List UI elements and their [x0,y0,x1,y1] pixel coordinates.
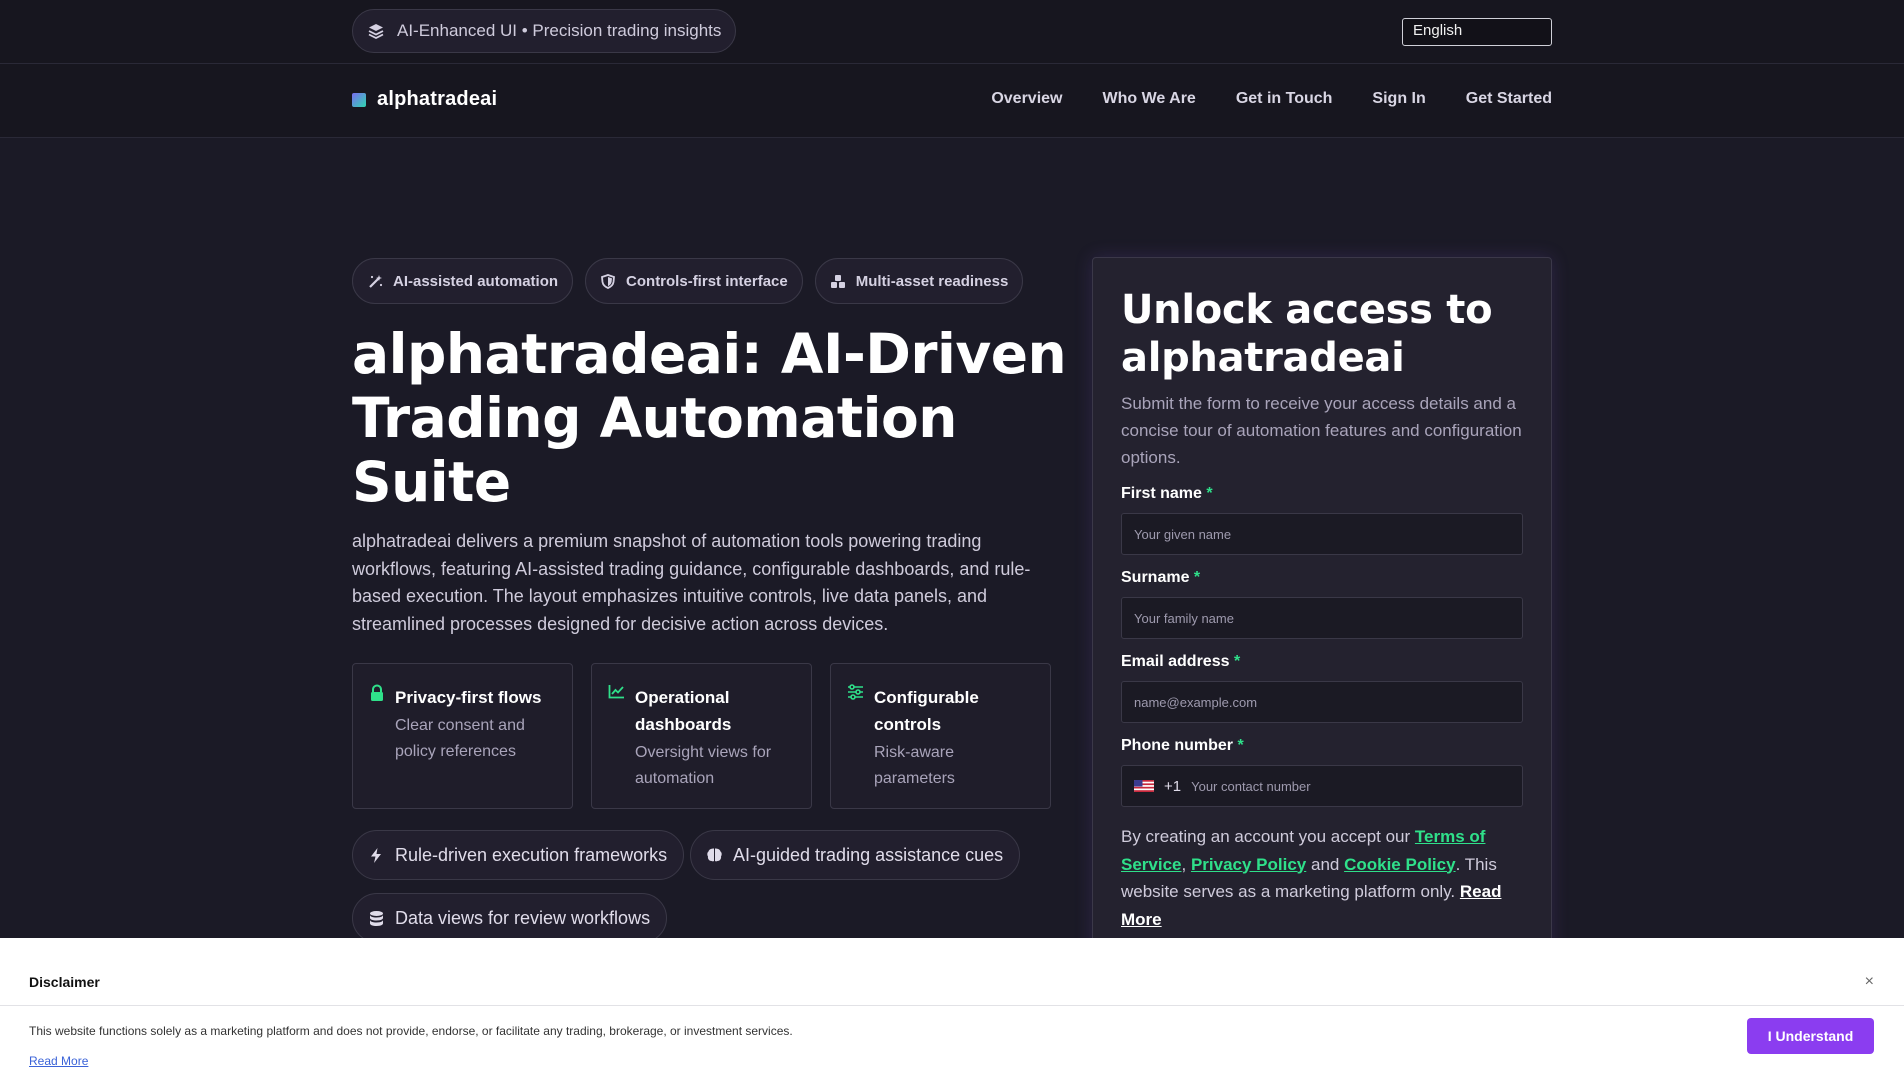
first-name-label: First name * [1121,485,1213,502]
close-icon[interactable]: × [1865,973,1874,991]
form-subtitle: Submit the form to receive your access d… [1121,394,1522,467]
sliders-icon [847,684,864,808]
nav-link-sign-in[interactable]: Sign In [1372,90,1425,108]
chart-line-icon [608,684,625,808]
nav-link-who-we-are[interactable]: Who We Are [1102,90,1195,108]
disclaimer-text: This website functions solely as a marke… [29,1024,793,1038]
layers-icon [365,20,387,42]
bolt-icon [367,846,385,864]
shield-icon [600,273,616,289]
terms-text: By creating an account you accept our Te… [1121,827,1502,929]
brain-icon [705,846,723,864]
tag-multi-asset: Multi-asset readiness [814,258,1024,304]
brand-name: alphatradeai [377,88,498,110]
first-name-field: First name * Your given name [1121,485,1523,555]
feature-cards: Privacy-first flows Clear consent and po… [352,663,1069,809]
phone-input[interactable]: +1 Your contact number [1121,765,1523,807]
card-desc: Risk-aware parameters [874,744,955,787]
disclaimer-title: Disclaimer [0,938,1904,1006]
hero-description: alphatradeai delivers a premium snapshot… [352,531,1031,634]
cubes-icon [830,273,846,289]
nav-links: Overview Who We Are Get in Touch Sign In… [951,90,1552,108]
signup-form: Unlock access to alphatradeai Submit the… [1092,257,1552,957]
chip-rule-driven: Rule-driven execution frameworks [352,830,685,880]
tag-controls-first: Controls-first interface [585,258,803,304]
chip-label: AI-guided trading assistance cues [733,844,1004,865]
surname-label: Surname * [1121,569,1201,586]
card-title: Privacy-first flows [395,688,542,707]
email-label: Email address * [1121,653,1241,670]
hero-title: alphatradeai: AI-Driven Trading Automati… [352,322,1067,514]
disclaimer-banner: Disclaimer × This website functions sole… [0,938,1904,1078]
card-title: Operational dashboards [635,688,732,734]
email-field: Email address * name@example.com [1121,653,1523,723]
first-name-input[interactable]: Your given name [1121,513,1523,555]
nav-link-get-started[interactable]: Get Started [1466,90,1552,108]
chip-data-views: Data views for review workflows [352,893,668,943]
feature-tags: AI-assisted automation Controls-first in… [352,258,1035,304]
brand-logo[interactable]: alphatradeai [352,88,497,111]
feature-card-controls: Configurable controls Risk-aware paramet… [830,663,1051,809]
tag-label: AI-assisted automation [393,272,559,290]
i-understand-button[interactable]: I Understand [1747,1018,1874,1054]
logo-mark-icon [352,92,366,107]
language-select[interactable]: English [1402,18,1552,46]
disclaimer-read-more-link[interactable]: Read More [29,1054,88,1068]
chip-label: Data views for review workflows [395,907,651,928]
phone-placeholder: Your contact number [1191,778,1311,794]
chip-ai-guided: AI-guided trading assistance cues [690,830,1021,880]
tag-label: Multi-asset readiness [855,272,1009,290]
privacy-policy-link[interactable]: Privacy Policy [1191,855,1306,874]
surname-input[interactable]: Your family name [1121,597,1523,639]
nav-link-overview[interactable]: Overview [991,90,1062,108]
card-desc: Clear consent and policy references [395,717,525,760]
tag-label: Controls-first interface [626,272,788,290]
announcement-text: AI-Enhanced UI • Precision trading insig… [397,21,722,40]
feature-card-dashboards: Operational dashboards Oversight views f… [591,663,812,809]
cookie-policy-link[interactable]: Cookie Policy [1344,855,1455,874]
lock-icon [369,684,385,808]
tag-ai-automation: AI-assisted automation [352,258,574,304]
announcement-badge: AI-Enhanced UI • Precision trading insig… [352,9,737,53]
chip-label: Rule-driven execution frameworks [395,844,668,865]
nav-link-get-in-touch[interactable]: Get in Touch [1236,90,1333,108]
us-flag-icon[interactable] [1134,780,1154,792]
top-bar: AI-Enhanced UI • Precision trading insig… [0,0,1904,64]
card-desc: Oversight views for automation [635,744,772,787]
magic-wand-icon [367,273,383,289]
card-title: Configurable controls [874,688,979,734]
main-nav: alphatradeai Overview Who We Are Get in … [0,64,1904,138]
phone-country-code[interactable]: +1 [1164,778,1181,795]
form-title: Unlock access to alphatradeai [1121,287,1493,381]
phone-field: Phone number * +1 Your contact number [1121,737,1523,807]
feature-card-privacy: Privacy-first flows Clear consent and po… [352,663,573,809]
database-icon [367,909,385,927]
surname-field: Surname * Your family name [1121,569,1523,639]
phone-label: Phone number * [1121,737,1244,754]
email-input[interactable]: name@example.com [1121,681,1523,723]
